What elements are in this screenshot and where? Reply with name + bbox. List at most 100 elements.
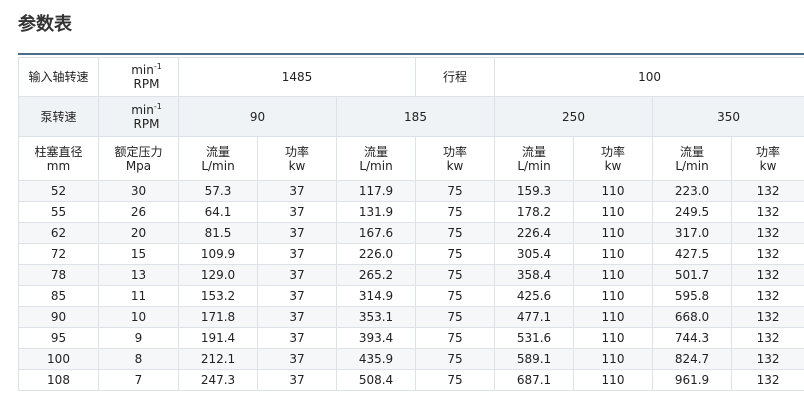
- table-cell: 75: [415, 201, 495, 223]
- table-cell: 427.5: [652, 243, 732, 265]
- unit-rpm: RPM: [133, 77, 160, 91]
- power-header: 功率 kw: [573, 136, 653, 181]
- table-cell: 353.1: [336, 306, 416, 328]
- table-cell: 13: [98, 264, 179, 286]
- table-cell: 85: [18, 285, 99, 307]
- table-cell: 110: [573, 348, 653, 370]
- table-cell: 265.2: [336, 264, 416, 286]
- table-cell: 961.9: [652, 369, 732, 391]
- table-cell: 249.5: [652, 201, 732, 223]
- flow-header: 流量 L/min: [336, 136, 416, 181]
- table-cell: 501.7: [652, 264, 732, 286]
- table-cell: 75: [415, 285, 495, 307]
- table-cell: 75: [415, 369, 495, 391]
- table-cell: 393.4: [336, 327, 416, 349]
- table-cell: 153.2: [178, 285, 258, 307]
- table-cell: 108: [18, 369, 99, 391]
- table-cell: 81.5: [178, 222, 258, 244]
- table-row: 85 11 153.2 37 314.9 75 425.6 110 595.8 132: [18, 285, 804, 307]
- table-cell: 132: [730, 348, 804, 370]
- page-title: 参数表: [18, 14, 72, 35]
- title-divider: [18, 53, 804, 55]
- flow-header: 流量 L/min: [652, 136, 732, 181]
- table-cell: 37: [257, 201, 337, 223]
- table-cell: 191.4: [178, 327, 258, 349]
- table-cell: 110: [573, 327, 653, 349]
- table-cell: 8: [98, 348, 179, 370]
- power-header: 功率 kw: [415, 136, 495, 181]
- table-cell: 75: [415, 243, 495, 265]
- table-cell: 37: [257, 222, 337, 244]
- pump-speed-value: 185: [336, 96, 495, 137]
- table-row: 95 9 191.4 37 393.4 75 531.6 110 744.3 132: [18, 327, 804, 349]
- input-speed-row: 输入轴转速 min-1 RPM 1485 行程 100: [18, 57, 804, 97]
- table-cell: 132: [730, 201, 804, 223]
- stroke-label: 行程: [415, 57, 495, 97]
- table-cell: 75: [415, 348, 495, 370]
- table-cell: 110: [573, 306, 653, 328]
- pump-speed-value: 90: [178, 96, 337, 137]
- table-cell: 178.2: [494, 201, 574, 223]
- table-row: 108 7 247.3 37 508.4 75 687.1 110 961.9 132: [18, 369, 804, 391]
- pump-speed-row: 泵转速 min-1 RPM 90 185 250 350: [18, 96, 804, 137]
- table-cell: 425.6: [494, 285, 574, 307]
- table-cell: 212.1: [178, 348, 258, 370]
- table-cell: 435.9: [336, 348, 416, 370]
- table-cell: 171.8: [178, 306, 258, 328]
- table-cell: 37: [257, 369, 337, 391]
- table-cell: 78: [18, 264, 99, 286]
- table-row: 55 26 64.1 37 131.9 75 178.2 110 249.5 132: [18, 201, 804, 223]
- table-cell: 668.0: [652, 306, 732, 328]
- table-cell: 75: [415, 222, 495, 244]
- table-cell: 37: [257, 180, 337, 202]
- table-cell: 15: [98, 243, 179, 265]
- table-cell: 11: [98, 285, 179, 307]
- pump-speed-label: 泵转速: [18, 96, 99, 137]
- table-cell: 824.7: [652, 348, 732, 370]
- table-cell: 37: [257, 243, 337, 265]
- unit-min: min: [131, 63, 154, 77]
- table-cell: 30: [98, 180, 179, 202]
- table-cell: 110: [573, 285, 653, 307]
- table-cell: 52: [18, 180, 99, 202]
- pump-speed-value: 350: [651, 96, 804, 137]
- table-cell: 159.3: [494, 180, 574, 202]
- table-cell: 132: [730, 243, 804, 265]
- table-cell: 131.9: [336, 201, 416, 223]
- flow-header: 流量 L/min: [178, 136, 258, 181]
- table-cell: 37: [257, 264, 337, 286]
- table-cell: 9: [98, 327, 179, 349]
- table-cell: 26: [98, 201, 179, 223]
- power-header: 功率 kw: [257, 136, 337, 181]
- stroke-value: 100: [493, 57, 804, 97]
- table-cell: 109.9: [178, 243, 258, 265]
- table-row: 72 15 109.9 37 226.0 75 305.4 110 427.5 132: [18, 243, 804, 265]
- table-row: 78 13 129.0 37 265.2 75 358.4 110 501.7 132: [18, 264, 804, 286]
- table-cell: 75: [415, 180, 495, 202]
- table-cell: 62: [18, 222, 99, 244]
- column-header-row: 柱塞直径 mm 额定压力 Mpa 流量 L/min 功率 kw 流量 L/min 功率…: [18, 136, 804, 181]
- rated-pressure-header: 额定压力 Mpa: [98, 136, 179, 181]
- table-cell: 37: [257, 285, 337, 307]
- table-cell: 317.0: [652, 222, 732, 244]
- parameter-table: 输入轴转速 min-1 RPM 1485 行程 100 泵转速 min-1 RP…: [18, 57, 804, 391]
- table-cell: 589.1: [494, 348, 574, 370]
- table-cell: 100: [18, 348, 99, 370]
- table-cell: 477.1: [494, 306, 574, 328]
- table-cell: 226.4: [494, 222, 574, 244]
- table-cell: 110: [573, 243, 653, 265]
- table-cell: 358.4: [494, 264, 574, 286]
- table-cell: 247.3: [178, 369, 258, 391]
- table-row: 62 20 81.5 37 167.6 75 226.4 110 317.0 132: [18, 222, 804, 244]
- table-cell: 110: [573, 369, 653, 391]
- table-cell: 37: [257, 306, 337, 328]
- table-cell: 167.6: [336, 222, 416, 244]
- unit-exponent: -1: [153, 62, 162, 71]
- unit-rpm: RPM: [133, 116, 160, 131]
- table-cell: 132: [730, 327, 804, 349]
- table-cell: 75: [415, 306, 495, 328]
- table-row: 52 30 57.3 37 117.9 75 159.3 110 223.0 132: [18, 180, 804, 202]
- table-cell: 595.8: [652, 285, 732, 307]
- table-body: 输入轴转速 min-1 RPM 1485 行程 100 泵转速 min-1 RP…: [18, 57, 804, 391]
- table-cell: 110: [573, 180, 653, 202]
